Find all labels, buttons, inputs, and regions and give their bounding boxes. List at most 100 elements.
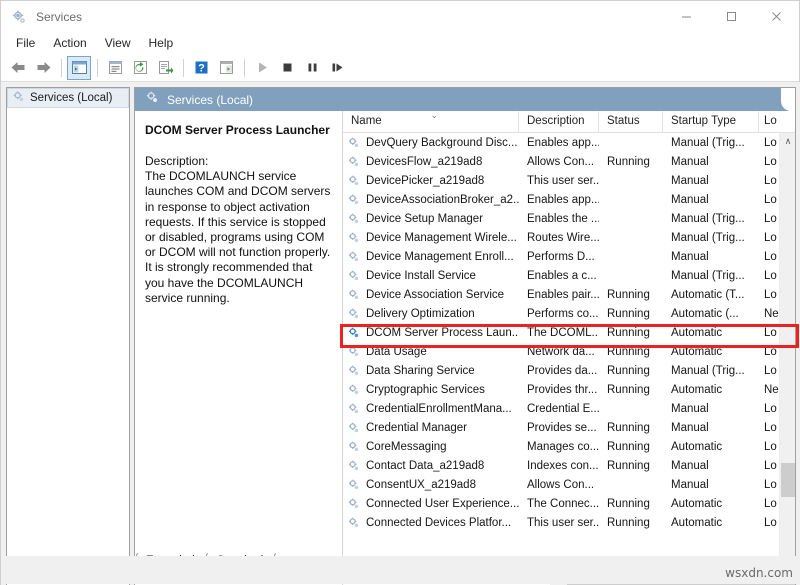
service-gear-icon bbox=[347, 136, 361, 150]
title-bar: Services bbox=[1, 1, 799, 32]
table-row[interactable]: CredentialEnrollmentMana... Credential E.… bbox=[343, 399, 780, 418]
cell-description: This user ser... bbox=[527, 516, 599, 529]
table-row[interactable]: DevicePicker_a219ad8 This user ser... Manu… bbox=[343, 171, 780, 190]
cell-startup-type: Automatic bbox=[671, 440, 723, 453]
cell-log-on-as: Lo bbox=[764, 269, 777, 282]
table-row[interactable]: Data Sharing Service Provides da... Runnin… bbox=[343, 361, 780, 380]
table-row[interactable]: Device Install Service Enables a c... Manu… bbox=[343, 266, 780, 285]
service-name-text: DevQuery Background Disc... bbox=[366, 136, 518, 149]
toolbar-separator bbox=[97, 58, 98, 77]
cell-description: Routes Wire... bbox=[527, 231, 599, 244]
service-name-text: Data Usage bbox=[366, 345, 427, 358]
table-row[interactable]: ConsentUX_a219ad8 Allows Con... Manual Lo bbox=[343, 475, 780, 494]
stop-service-icon[interactable] bbox=[275, 56, 299, 80]
close-button[interactable] bbox=[754, 1, 799, 32]
back-icon[interactable] bbox=[6, 56, 30, 80]
vertical-scroll-track[interactable] bbox=[780, 150, 795, 578]
table-row[interactable]: DevicesFlow_a219ad8 Allows Con... Running M… bbox=[343, 152, 780, 171]
vertical-scrollbar[interactable]: ∧ ∨ bbox=[779, 133, 795, 585]
menu-item-help[interactable]: Help bbox=[140, 33, 183, 53]
table-row[interactable]: Device Management Enroll... Performs D...… bbox=[343, 247, 780, 266]
cell-startup-type: Manual bbox=[671, 155, 709, 168]
table-row[interactable]: Credential Manager Provides se... Running M… bbox=[343, 418, 780, 437]
restart-service-icon[interactable] bbox=[325, 56, 349, 80]
scroll-up-button[interactable]: ∧ bbox=[780, 133, 795, 150]
service-gear-icon bbox=[347, 212, 361, 226]
service-gear-icon bbox=[347, 155, 361, 169]
table-row[interactable]: DCOM Server Process Laun... The DCOML... R… bbox=[343, 323, 780, 342]
cell-description: Performs co... bbox=[527, 307, 599, 320]
cell-description: Performs D... bbox=[527, 250, 595, 263]
minimize-button[interactable] bbox=[664, 1, 709, 32]
cell-description: Enables pair... bbox=[527, 288, 599, 301]
cell-name: Device Management Wirele... bbox=[343, 231, 519, 245]
column-header-log-on-as[interactable]: Lo bbox=[759, 111, 780, 133]
main-body: Services (Local) Services (Local) DCOM S… bbox=[1, 82, 800, 585]
table-row[interactable]: DeviceAssociationBroker_a2... Enables app… bbox=[343, 190, 780, 209]
content-header-title: Services (Local) bbox=[167, 92, 254, 107]
cell-startup-type: Manual bbox=[671, 174, 709, 187]
column-header-startup-type[interactable]: Startup Type bbox=[663, 111, 759, 133]
cell-status: Running bbox=[607, 155, 650, 168]
column-header-status[interactable]: Status bbox=[599, 111, 663, 133]
maximize-button[interactable] bbox=[709, 1, 754, 32]
cell-status: Running bbox=[607, 516, 650, 529]
column-header-name-label: Name bbox=[351, 115, 382, 127]
properties-icon[interactable] bbox=[103, 56, 127, 80]
service-gear-icon bbox=[347, 421, 361, 435]
table-row[interactable]: Device Association Service Enables pair..… bbox=[343, 285, 780, 304]
cell-name: Device Install Service bbox=[343, 269, 519, 283]
pause-service-icon[interactable] bbox=[300, 56, 324, 80]
table-row[interactable]: Delivery Optimization Performs co... Runni… bbox=[343, 304, 780, 323]
gear-icon bbox=[145, 90, 159, 109]
table-row[interactable]: Data Usage Network da... Running Automatic L… bbox=[343, 342, 780, 361]
cell-log-on-as: Lo bbox=[764, 250, 777, 263]
table-row[interactable]: DevQuery Background Disc... Enables app..… bbox=[343, 133, 780, 152]
service-gear-icon bbox=[347, 307, 361, 321]
table-row[interactable]: Connected Devices Platfor... This user se… bbox=[343, 513, 780, 532]
cell-name: Connected User Experience... bbox=[343, 497, 519, 511]
cell-status: Running bbox=[607, 440, 650, 453]
cell-description: The DCOML... bbox=[527, 326, 599, 339]
cell-description: This user ser... bbox=[527, 174, 599, 187]
cell-log-on-as: Ne bbox=[764, 307, 779, 320]
column-header-description[interactable]: Description bbox=[519, 111, 599, 133]
column-header-name[interactable]: Name ⌄ bbox=[343, 111, 519, 133]
cell-log-on-as: Lo bbox=[764, 231, 777, 244]
cell-log-on-as: Lo bbox=[764, 459, 777, 472]
table-row[interactable]: Connected User Experience... The Connec..… bbox=[343, 494, 780, 513]
service-gear-icon bbox=[347, 326, 361, 340]
cell-status: Running bbox=[607, 459, 650, 472]
start-service-icon[interactable] bbox=[250, 56, 274, 80]
cell-description: Provides thr... bbox=[527, 383, 598, 396]
help-icon[interactable]: ? bbox=[189, 56, 213, 80]
cell-startup-type: Manual bbox=[671, 193, 709, 206]
service-name-text: CredentialEnrollmentMana... bbox=[366, 402, 512, 415]
service-name-text: Device Management Wirele... bbox=[366, 231, 517, 244]
cell-description: The Connec... bbox=[527, 497, 599, 510]
table-row[interactable]: CoreMessaging Manages co... Running Automat… bbox=[343, 437, 780, 456]
tree-item-services-local[interactable]: Services (Local) bbox=[7, 88, 129, 108]
window-controls bbox=[664, 1, 799, 32]
table-row[interactable]: Contact Data_a219ad8 Indexes con... Runnin… bbox=[343, 456, 780, 475]
table-row[interactable]: Device Setup Manager Enables the ... Manua… bbox=[343, 209, 780, 228]
table-row[interactable]: Device Management Wirele... Routes Wire..… bbox=[343, 228, 780, 247]
service-gear-icon bbox=[347, 402, 361, 416]
tree-item-label: Services (Local) bbox=[30, 92, 113, 104]
service-gear-icon bbox=[347, 440, 361, 454]
vertical-scroll-thumb[interactable] bbox=[781, 463, 795, 497]
menu-item-view[interactable]: View bbox=[96, 33, 140, 53]
cell-log-on-as: Lo bbox=[764, 155, 777, 168]
export-list-icon[interactable] bbox=[153, 56, 177, 80]
menu-item-action[interactable]: Action bbox=[44, 33, 95, 53]
cell-startup-type: Manual bbox=[671, 250, 709, 263]
refresh-icon[interactable] bbox=[128, 56, 152, 80]
cell-name: Device Management Enroll... bbox=[343, 250, 519, 264]
cell-name: DevQuery Background Disc... bbox=[343, 136, 519, 150]
table-row[interactable]: Cryptographic Services Provides thr... Run… bbox=[343, 380, 780, 399]
show-hide-console-tree-icon[interactable] bbox=[67, 55, 91, 80]
forward-icon[interactable] bbox=[31, 56, 55, 80]
menu-item-file[interactable]: File bbox=[7, 33, 44, 53]
show-hide-action-pane-icon[interactable] bbox=[214, 56, 238, 80]
cell-name: Device Setup Manager bbox=[343, 212, 519, 226]
